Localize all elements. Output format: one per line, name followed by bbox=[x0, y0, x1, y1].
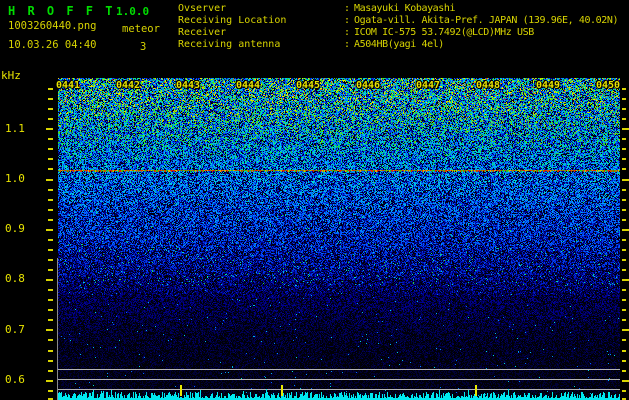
time-tick-label: 0443 bbox=[176, 80, 201, 91]
info-value: A504HB(yagi 4el) bbox=[354, 39, 444, 50]
freq-tick-label: 0.6 bbox=[5, 373, 25, 386]
info-colon: : bbox=[344, 39, 351, 50]
freq-tick-label: 0.7 bbox=[5, 323, 25, 336]
freq-tick-label: 0.9 bbox=[5, 222, 25, 235]
time-tick-label: 0445 bbox=[296, 80, 321, 91]
time-tick-label: 0447 bbox=[416, 80, 441, 91]
datetime-label: 10.03.26 04:40 bbox=[8, 39, 97, 51]
time-tick-label: 0442 bbox=[116, 80, 141, 91]
freq-axis-unit: kHz bbox=[1, 69, 21, 82]
hrofft-output-image: H R O F F T 1.0.0 1003260440.png meteor … bbox=[0, 0, 629, 400]
freq-tick-label: 1.1 bbox=[5, 122, 25, 135]
info-colon: : bbox=[344, 27, 351, 38]
station-info: Ovserver: Masayuki Kobayashi Receiving Lo… bbox=[178, 3, 629, 51]
info-label: Receiving Location bbox=[178, 15, 287, 26]
info-colon: : bbox=[344, 15, 351, 26]
info-row-observer: Ovserver: Masayuki Kobayashi bbox=[178, 3, 629, 15]
info-value: Masayuki Kobayashi bbox=[354, 3, 456, 14]
info-row-antenna: Receiving antenna: A504HB(yagi 4el) bbox=[178, 39, 629, 51]
info-value: ICOM IC-575 53.7492(@LCD)MHz USB bbox=[354, 27, 534, 38]
freq-tick-label: 1.0 bbox=[5, 172, 25, 185]
time-tick-label: 0448 bbox=[476, 80, 501, 91]
app-version: 1.0.0 bbox=[116, 5, 150, 18]
info-label: Ovserver bbox=[178, 3, 227, 14]
time-tick-label: 0450 bbox=[596, 80, 621, 91]
output-filename: 1003260440.png bbox=[8, 20, 97, 32]
spectrogram-canvas bbox=[0, 0, 629, 400]
time-tick-label: 0441 bbox=[56, 80, 81, 91]
info-row-location: Receiving Location: Ogata-vill. Akita-Pre… bbox=[178, 15, 629, 27]
info-colon: : bbox=[344, 3, 351, 14]
time-tick-label: 0446 bbox=[356, 80, 381, 91]
time-tick-label: 0444 bbox=[236, 80, 261, 91]
meteor-count: 3 bbox=[140, 41, 147, 53]
app-title: H R O F F T bbox=[8, 4, 115, 18]
info-row-receiver: Receiver: ICOM IC-575 53.7492(@LCD)MHz US… bbox=[178, 27, 629, 39]
info-label: Receiver bbox=[178, 27, 227, 38]
info-label: Receiving antenna bbox=[178, 39, 281, 50]
time-tick-label: 0449 bbox=[536, 80, 561, 91]
mode-label: meteor bbox=[122, 23, 160, 35]
info-value: Ogata-vill. Akita-Pref. JAPAN (139.96E, … bbox=[354, 15, 619, 26]
freq-tick-label: 0.8 bbox=[5, 272, 25, 285]
